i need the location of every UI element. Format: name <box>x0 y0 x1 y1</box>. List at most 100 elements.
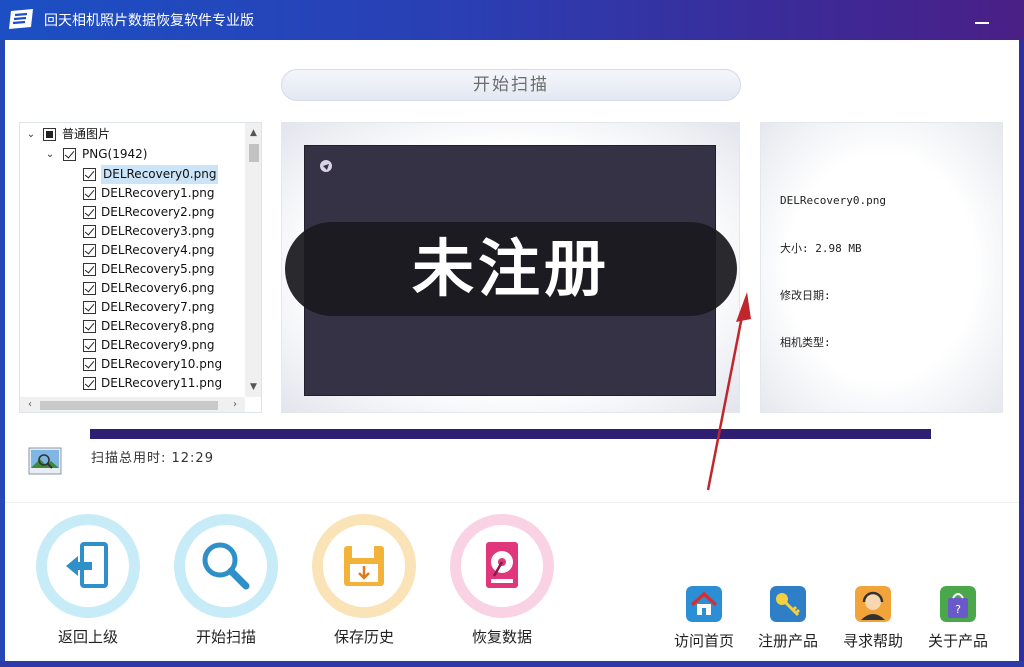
file-label: DELRecovery2.png <box>101 205 215 219</box>
scan-progress-fill <box>90 429 931 439</box>
visit-home-label: 访问首页 <box>673 632 734 650</box>
header-scan-button[interactable]: 开始扫描 <box>281 69 741 101</box>
scan-progress-bar <box>90 429 931 439</box>
tree-root-item[interactable]: ⌄ 普通图片 <box>20 125 245 144</box>
tree-file-item[interactable]: DELRecovery10.png <box>20 355 245 374</box>
shopping-bag-icon: ? <box>940 586 976 622</box>
scan-time-label: 扫描总用时: 12:29 <box>91 451 214 466</box>
recover-data-circle[interactable] <box>450 514 554 618</box>
hard-drive-icon <box>486 542 518 588</box>
window-frame-bottom <box>0 661 1024 667</box>
scroll-down-icon[interactable]: ▼ <box>245 379 261 395</box>
tree-file-item[interactable]: DELRecovery11.png <box>20 374 245 393</box>
info-camera-type: 相机类型: <box>780 336 831 349</box>
support-headset-icon <box>855 586 891 622</box>
scroll-thumb[interactable] <box>40 401 218 410</box>
tree-file-item[interactable]: DELRecovery7.png <box>20 298 245 317</box>
scroll-up-icon[interactable]: ▲ <box>245 125 261 141</box>
file-label: DELRecovery11.png <box>101 376 223 390</box>
tree-file-item[interactable]: DELRecovery9.png <box>20 336 245 355</box>
file-checkbox[interactable] <box>83 339 96 352</box>
tree-horizontal-scrollbar[interactable]: ‹ › <box>20 397 245 412</box>
image-app-icon <box>320 160 332 172</box>
file-checkbox[interactable] <box>83 282 96 295</box>
scroll-left-icon[interactable]: ‹ <box>22 397 38 412</box>
register-product-label: 注册产品 <box>757 632 818 650</box>
chevron-down-icon[interactable]: ⌄ <box>44 145 56 164</box>
visit-home-button[interactable]: 访问首页 <box>669 586 739 652</box>
save-history-circle[interactable] <box>312 514 416 618</box>
home-icon <box>686 586 722 622</box>
back-button-label: 返回上级 <box>57 628 118 646</box>
file-label: DELRecovery7.png <box>101 300 215 314</box>
svg-text:?: ? <box>955 603 961 616</box>
tree-group-checkbox[interactable] <box>63 148 76 161</box>
about-product-label: 关于产品 <box>927 632 988 650</box>
file-label: DELRecovery8.png <box>101 319 215 333</box>
file-checkbox[interactable] <box>83 225 96 238</box>
register-product-button[interactable]: 注册产品 <box>753 586 823 652</box>
tree-file-item[interactable]: DELRecovery1.png <box>20 184 245 203</box>
file-checkbox[interactable] <box>83 358 96 371</box>
file-checkbox[interactable] <box>83 320 96 333</box>
tree-root-label: 普通图片 <box>62 127 111 141</box>
recover-data-button[interactable]: 恢复数据 <box>450 514 560 654</box>
tree-vertical-scrollbar[interactable]: ▲ ▼ <box>245 123 261 397</box>
watermark-text: 未注册 <box>411 232 610 305</box>
tree-file-item[interactable]: DELRecovery2.png <box>20 203 245 222</box>
tree-group-item[interactable]: ⌄ PNG(1942) <box>20 145 245 164</box>
save-history-label: 保存历史 <box>333 628 394 646</box>
magnifier-icon <box>202 542 250 590</box>
scroll-thumb[interactable] <box>249 144 259 162</box>
scroll-right-icon[interactable]: › <box>227 397 243 412</box>
file-label: DELRecovery4.png <box>101 243 215 257</box>
start-scan-circle[interactable] <box>174 514 278 618</box>
file-label: DELRecovery1.png <box>101 186 215 200</box>
tree-root-checkbox[interactable] <box>43 128 56 141</box>
file-label: DELRecovery9.png <box>101 338 215 352</box>
floppy-disk-icon <box>344 546 384 586</box>
file-checkbox[interactable] <box>83 187 96 200</box>
app-logo-icon <box>9 9 33 29</box>
window-title: 回天相机照片数据恢复软件专业版 <box>44 13 254 29</box>
file-checkbox[interactable] <box>83 168 96 181</box>
tree-file-item[interactable]: DELRecovery0.png <box>20 165 245 184</box>
chevron-down-icon[interactable]: ⌄ <box>25 125 37 144</box>
file-label: DELRecovery6.png <box>101 281 215 295</box>
info-filename: DELRecovery0.png <box>780 194 886 207</box>
minimize-button[interactable] <box>966 8 998 34</box>
file-checkbox[interactable] <box>83 206 96 219</box>
tree-file-item[interactable]: DELRecovery8.png <box>20 317 245 336</box>
seek-help-label: 寻求帮助 <box>842 632 903 650</box>
seek-help-button[interactable]: 寻求帮助 <box>838 586 908 652</box>
file-tree[interactable]: ⌄ 普通图片 ⌄ PNG(1942) DELRecovery0.png DELRe… <box>19 122 262 413</box>
file-checkbox[interactable] <box>83 301 96 314</box>
recover-data-label: 恢复数据 <box>471 628 532 646</box>
info-modified-date: 修改日期: <box>780 289 831 302</box>
key-icon <box>770 586 806 622</box>
tree-file-item[interactable]: DELRecovery3.png <box>20 222 245 241</box>
start-scan-label: 开始扫描 <box>195 628 256 646</box>
picture-scan-icon <box>28 447 62 475</box>
tree-file-item[interactable]: DELRecovery5.png <box>20 260 245 279</box>
file-label: DELRecovery3.png <box>101 224 215 238</box>
about-product-button[interactable]: ? 关于产品 <box>923 586 993 652</box>
start-scan-button[interactable]: 开始扫描 <box>174 514 284 654</box>
tree-file-item[interactable]: DELRecovery4.png <box>20 241 245 260</box>
tree-group-label: PNG(1942) <box>82 147 148 161</box>
back-button-circle[interactable] <box>36 514 140 618</box>
title-bar: 回天相机照片数据恢复软件专业版 <box>0 0 1024 40</box>
info-size: 大小: 2.98 MB <box>780 242 862 255</box>
exit-door-icon <box>66 542 108 588</box>
file-label: DELRecovery5.png <box>101 262 215 276</box>
file-checkbox[interactable] <box>83 244 96 257</box>
tree-file-item[interactable]: DELRecovery6.png <box>20 279 245 298</box>
file-label: DELRecovery10.png <box>101 357 223 371</box>
file-label: DELRecovery0.png <box>101 165 219 184</box>
file-info-panel <box>760 122 1003 413</box>
file-checkbox[interactable] <box>83 263 96 276</box>
save-history-button[interactable]: 保存历史 <box>312 514 422 654</box>
window-frame-right <box>1019 40 1024 667</box>
back-button[interactable]: 返回上级 <box>36 514 146 654</box>
file-checkbox[interactable] <box>83 377 96 390</box>
